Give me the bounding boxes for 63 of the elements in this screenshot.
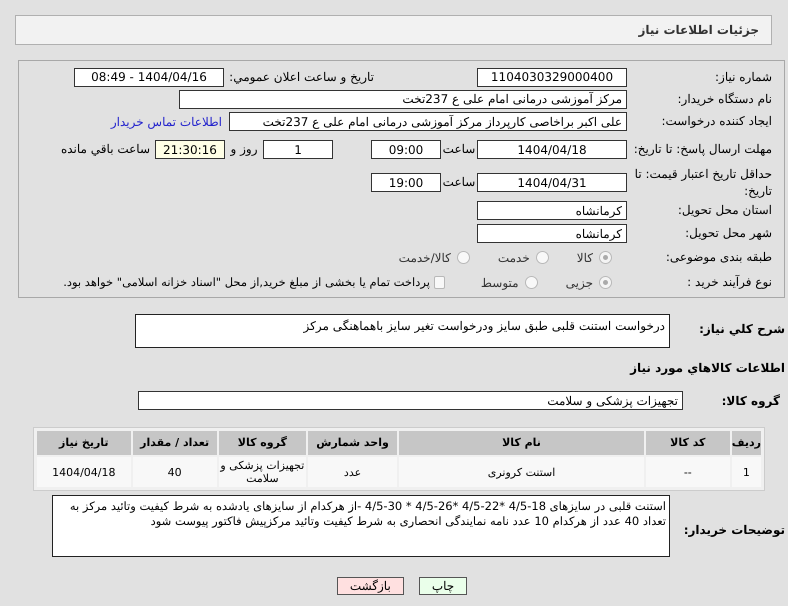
text-field[interactable]: کرمانشاه (477, 201, 627, 220)
section-label: توضیحات خریدار: (682, 522, 785, 539)
text-field[interactable]: 19:00 (371, 173, 441, 192)
radio-button[interactable] (599, 251, 612, 264)
radio-button[interactable] (524, 276, 538, 289)
field-label: نام دستگاه خریدار: (676, 90, 772, 108)
column-header: ردیف (732, 431, 761, 455)
radio-label: کالا (576, 250, 593, 266)
text-field[interactable]: مرکز آموزشی درمانی امام علی ع 237تخت (179, 90, 627, 108)
radio-label: جزیی (566, 274, 593, 292)
checkbox[interactable] (434, 276, 445, 289)
column-header: تعداد / مقدار (132, 431, 217, 455)
field-label: استان محل تحویل: (676, 202, 772, 219)
text-field[interactable]: 1404/04/18 (477, 140, 627, 159)
column-header: نام کالا (399, 431, 644, 455)
countdown-field: 21:30:16 (155, 140, 225, 159)
section-label: گروه کالا: (720, 392, 781, 410)
radio-button[interactable] (456, 251, 470, 264)
table-cell: استنت کرونری (399, 457, 644, 487)
page-title: جزئیات اطلاعات نیاز (638, 22, 759, 39)
table-cell: عدد (308, 457, 398, 487)
field-label: ساعت باقي مانده (60, 141, 150, 158)
field-label: طبقه بندی موضوعی: (664, 249, 772, 266)
text-field[interactable]: 1404/04/16 - 08:49 (74, 68, 224, 86)
radio-button[interactable] (536, 251, 549, 264)
field-label: مهلت ارسال پاسخ: تا تاریخ: (632, 141, 772, 158)
section-label: شرح کلي نیاز: (698, 321, 785, 338)
text-field[interactable]: علی اکبر براخاصی کارپرداز مرکز آموزشی درمانی امام علی ع 237تخت (229, 112, 627, 131)
column-header: گروه کالا (218, 431, 306, 455)
field-label: ساعت (442, 174, 476, 191)
column-header: واحد شمارش (308, 431, 398, 455)
section-heading: اطلاعات کالاهاي مورد نیاز (630, 360, 785, 377)
field-label: نوع فرآیند خرید : (686, 274, 772, 291)
text-field[interactable]: کرمانشاه (477, 224, 627, 243)
text-field[interactable]: 1 (263, 140, 333, 159)
field-label: ساعت (442, 141, 476, 158)
field-label: حداقل تاریخ اعتبار قیمت: تا تاریخ: (634, 166, 772, 200)
table-cell: 1 (732, 457, 761, 487)
field-label: شماره نیاز: (714, 68, 772, 86)
radio-label: کالا/خدمت (398, 250, 451, 266)
table-cell: تجهیزات پزشکی و سلامت (218, 457, 306, 487)
text-area[interactable]: درخواست استنت قلبی طبق سایز ودرخواست تغیر سایز باهماهنگی مرکز (135, 314, 670, 348)
table-cell: -- (646, 457, 730, 487)
text-area[interactable]: استنت قلبی در سایزهای 18-4/5 *22-4/5 *26-4/5 * 30-4/5 -از هرکدام از سایزهای یادشده به شرط کیفیت وتائید مرکز به تعداد 40 عدد از هرکدام 10 عدد نامه نمایندگی انحصاری به شرط کیفیت وتائید مرکزپیش فاکتور پیوست شود (52, 495, 670, 557)
contact-link[interactable]: اطلاعات تماس خریدار (110, 112, 222, 130)
field-label: تاریخ و ساعت اعلان عمومي: (228, 68, 374, 86)
radio-label: خدمت (498, 250, 530, 266)
checkbox-label: پرداخت تمام یا بخشی از مبلغ خرید,از محل "اسناد خزانه اسلامی" خواهد بود. (63, 274, 430, 291)
text-field[interactable]: 1104030329000400 (477, 68, 627, 86)
text-field[interactable]: 09:00 (371, 140, 441, 159)
print-button[interactable]: چاپ (418, 577, 468, 595)
column-header: کد کالا (646, 431, 730, 455)
back-button[interactable]: بازگشت (336, 577, 404, 595)
column-header: تاریخ نیاز (37, 431, 131, 455)
field-label: شهر محل تحویل: (684, 225, 772, 242)
table-cell: 40 (132, 457, 217, 487)
text-field[interactable]: تجهیزات پزشکی و سلامت (138, 391, 683, 410)
field-label: روز و (229, 141, 258, 158)
table-cell: 1404/04/18 (37, 457, 131, 487)
text-field[interactable]: 1404/04/31 (477, 173, 627, 192)
radio-label: متوسط (480, 274, 519, 292)
field-label: ایجاد کننده درخواست: (660, 113, 772, 130)
radio-button[interactable] (599, 276, 612, 289)
